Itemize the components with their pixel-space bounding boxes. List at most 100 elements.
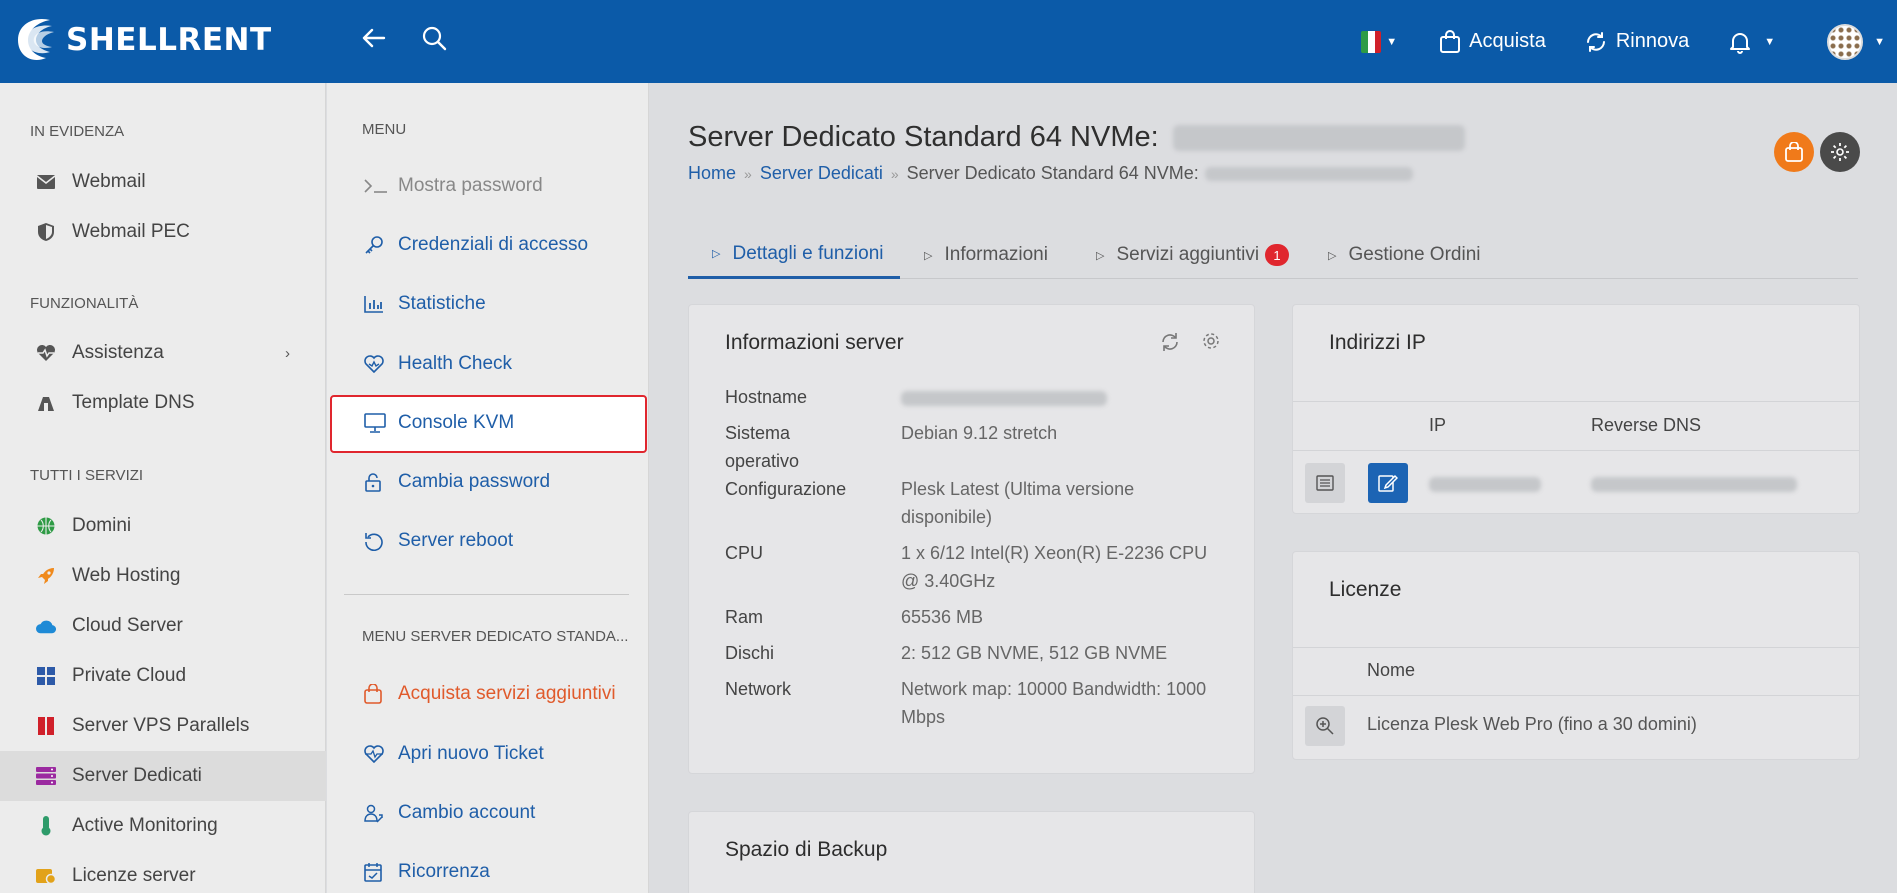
- lock-icon: [364, 472, 388, 492]
- menu-item-cambio-account[interactable]: Cambio account: [364, 802, 535, 824]
- page-title-text: Server Dedicato Standard 64 NVMe:: [688, 121, 1159, 153]
- parallels-icon: [36, 716, 56, 736]
- menu-item-label: Apri nuovo Ticket: [398, 743, 544, 764]
- settings-button[interactable]: [1820, 132, 1860, 172]
- sidebar-item-template-dns[interactable]: Template DNS: [0, 378, 326, 428]
- section-funzionalita: FUNZIONALITÀ: [30, 295, 139, 312]
- sidebar-item-server-dedicati[interactable]: Server Dedicati: [0, 751, 326, 801]
- ip-addresses-card: Indirizzi IP IP Reverse DNS: [1292, 304, 1860, 514]
- acquista-link[interactable]: Acquista: [1439, 29, 1546, 54]
- user-menu[interactable]: ▼: [1827, 23, 1885, 60]
- arrow-left-icon[interactable]: [360, 24, 388, 59]
- sidebar-item-label: Private Cloud: [72, 665, 187, 686]
- breadcrumb-server-dedicati[interactable]: Server Dedicati: [760, 163, 883, 184]
- bell-icon: [1730, 32, 1751, 54]
- sidebar-item-server-vps-parallels[interactable]: Server VPS Parallels: [0, 701, 326, 751]
- sidebar-item-label: Server Dedicati: [72, 765, 202, 786]
- shield-icon: [36, 222, 56, 242]
- sidebar-item-private-cloud[interactable]: Private Cloud: [0, 651, 326, 701]
- menu-item-health-check[interactable]: Health Check: [364, 353, 512, 375]
- users-icon: [364, 803, 388, 823]
- sidebar-item-domini[interactable]: Domini: [0, 501, 326, 551]
- info-label: Configurazione: [725, 479, 847, 499]
- sidebar-item-label: Web Hosting: [72, 565, 181, 586]
- acquista-label: Acquista: [1469, 30, 1546, 52]
- brand-name: SHELLRENT: [66, 22, 272, 58]
- menu-item-apri-ticket[interactable]: Apri nuovo Ticket: [364, 743, 544, 765]
- menu-item-label: Cambio account: [398, 802, 536, 823]
- refresh-icon[interactable]: [1159, 331, 1181, 358]
- gear-icon: [1831, 143, 1849, 161]
- card-title: Licenze: [1329, 578, 1402, 601]
- zoom-in-icon: [1316, 717, 1334, 735]
- tab-gestione-ordini[interactable]: ▷ Gestione Ordini: [1328, 231, 1480, 279]
- redacted-reverse-dns: [1591, 477, 1797, 492]
- info-label: Network: [725, 679, 792, 699]
- menu-item-label: Cambia password: [398, 471, 551, 492]
- sidebar-item-webmail[interactable]: Webmail: [0, 157, 326, 207]
- sidebar-item-web-hosting[interactable]: Web Hosting: [0, 551, 326, 601]
- tab-dettagli-e-funzioni[interactable]: ▷ Dettagli e funzioni: [688, 231, 900, 279]
- breadcrumb-home[interactable]: Home: [688, 163, 736, 184]
- bar-chart-icon: [364, 295, 388, 313]
- backup-card: Spazio di Backup: [688, 811, 1255, 893]
- info-label: CPU: [725, 543, 764, 563]
- tab-label: Informazioni: [944, 244, 1048, 265]
- dns-icon: [36, 393, 56, 413]
- tab-informazioni[interactable]: ▷ Informazioni: [924, 231, 1048, 279]
- key-icon: [364, 235, 388, 255]
- notifications-menu[interactable]: ▼: [1729, 30, 1775, 54]
- sidebar-item-cloud-server[interactable]: Cloud Server: [0, 601, 326, 651]
- menu-item-statistiche[interactable]: Statistiche: [364, 293, 486, 315]
- sidebar-item-label: Cloud Server: [72, 615, 183, 636]
- info-value: Network map: 10000 Bandwidth: 1000 Mbps: [901, 679, 1207, 727]
- details-button[interactable]: [1305, 463, 1345, 503]
- menu-item-label: Health Check: [398, 353, 513, 374]
- sidebar-item-webmail-pec[interactable]: Webmail PEC: [0, 207, 326, 257]
- menu-item-cambia-password[interactable]: Cambia password: [364, 471, 550, 493]
- column-header-ip: IP: [1429, 415, 1447, 435]
- edit-button[interactable]: [1368, 463, 1408, 503]
- menu-item-ricorrenza[interactable]: Ricorrenza: [364, 861, 490, 883]
- heart-icon: [364, 355, 388, 373]
- menu-item-mostra-password[interactable]: Mostra password: [364, 175, 543, 197]
- column-header-nome: Nome: [1367, 660, 1416, 680]
- tab-servizi-aggiuntivi[interactable]: ▷ Servizi aggiuntivi 1: [1096, 231, 1290, 279]
- triangle-right-icon: ▷: [1096, 249, 1105, 262]
- zoom-button[interactable]: [1305, 706, 1345, 746]
- calendar-icon: [364, 862, 388, 882]
- info-row-hostname: Hostname: [725, 383, 1245, 411]
- edit-icon: [1378, 474, 1398, 492]
- rinnova-link[interactable]: Rinnova: [1584, 30, 1689, 54]
- main-content: Server Dedicato Standard 64 NVMe: Home »…: [650, 83, 1897, 893]
- menu-item-acquista-servizi[interactable]: Acquista servizi aggiuntivi: [364, 683, 616, 705]
- menu-item-console-kvm[interactable]: Console KVM: [364, 412, 514, 434]
- shopping-bag-icon: [364, 684, 388, 704]
- buy-button[interactable]: [1774, 132, 1814, 172]
- sidebar-item-label: Domini: [72, 515, 132, 536]
- table-divider: [1293, 695, 1859, 696]
- menu-item-label: Acquista servizi aggiuntivi: [398, 683, 616, 704]
- gear-icon[interactable]: [1201, 331, 1221, 356]
- sidebar-item-licenze-server[interactable]: Licenze server: [0, 851, 326, 893]
- card-title: Informazioni server: [725, 331, 904, 354]
- menu-item-credenziali[interactable]: Credenziali di accesso: [364, 234, 588, 256]
- section-tutti-i-servizi: TUTTI I SERVIZI: [30, 467, 144, 484]
- redacted-hostname: [901, 390, 1107, 406]
- language-selector[interactable]: ▼: [1361, 30, 1397, 53]
- terminal-icon: [364, 178, 388, 194]
- refresh-icon: [1586, 31, 1605, 52]
- sidebar-item-assistenza[interactable]: Assistenza ›: [0, 328, 326, 378]
- breadcrumb: Home » Server Dedicati » Server Dedicato…: [688, 163, 1413, 184]
- sidebar-item-active-monitoring[interactable]: Active Monitoring: [0, 801, 326, 851]
- table-divider: [1293, 401, 1859, 402]
- menu-item-label: Credenziali di accesso: [398, 234, 589, 255]
- info-value: 65536 MB: [901, 607, 984, 627]
- search-icon[interactable]: [420, 24, 448, 59]
- cloud-icon: [36, 616, 56, 636]
- menu-item-server-reboot[interactable]: Server reboot: [364, 530, 513, 552]
- menu-item-label: Console KVM: [398, 412, 515, 433]
- card-title: Indirizzi IP: [1329, 331, 1426, 354]
- logo[interactable]: SHELLRENT: [12, 14, 272, 66]
- menu-item-label: Server reboot: [398, 530, 514, 551]
